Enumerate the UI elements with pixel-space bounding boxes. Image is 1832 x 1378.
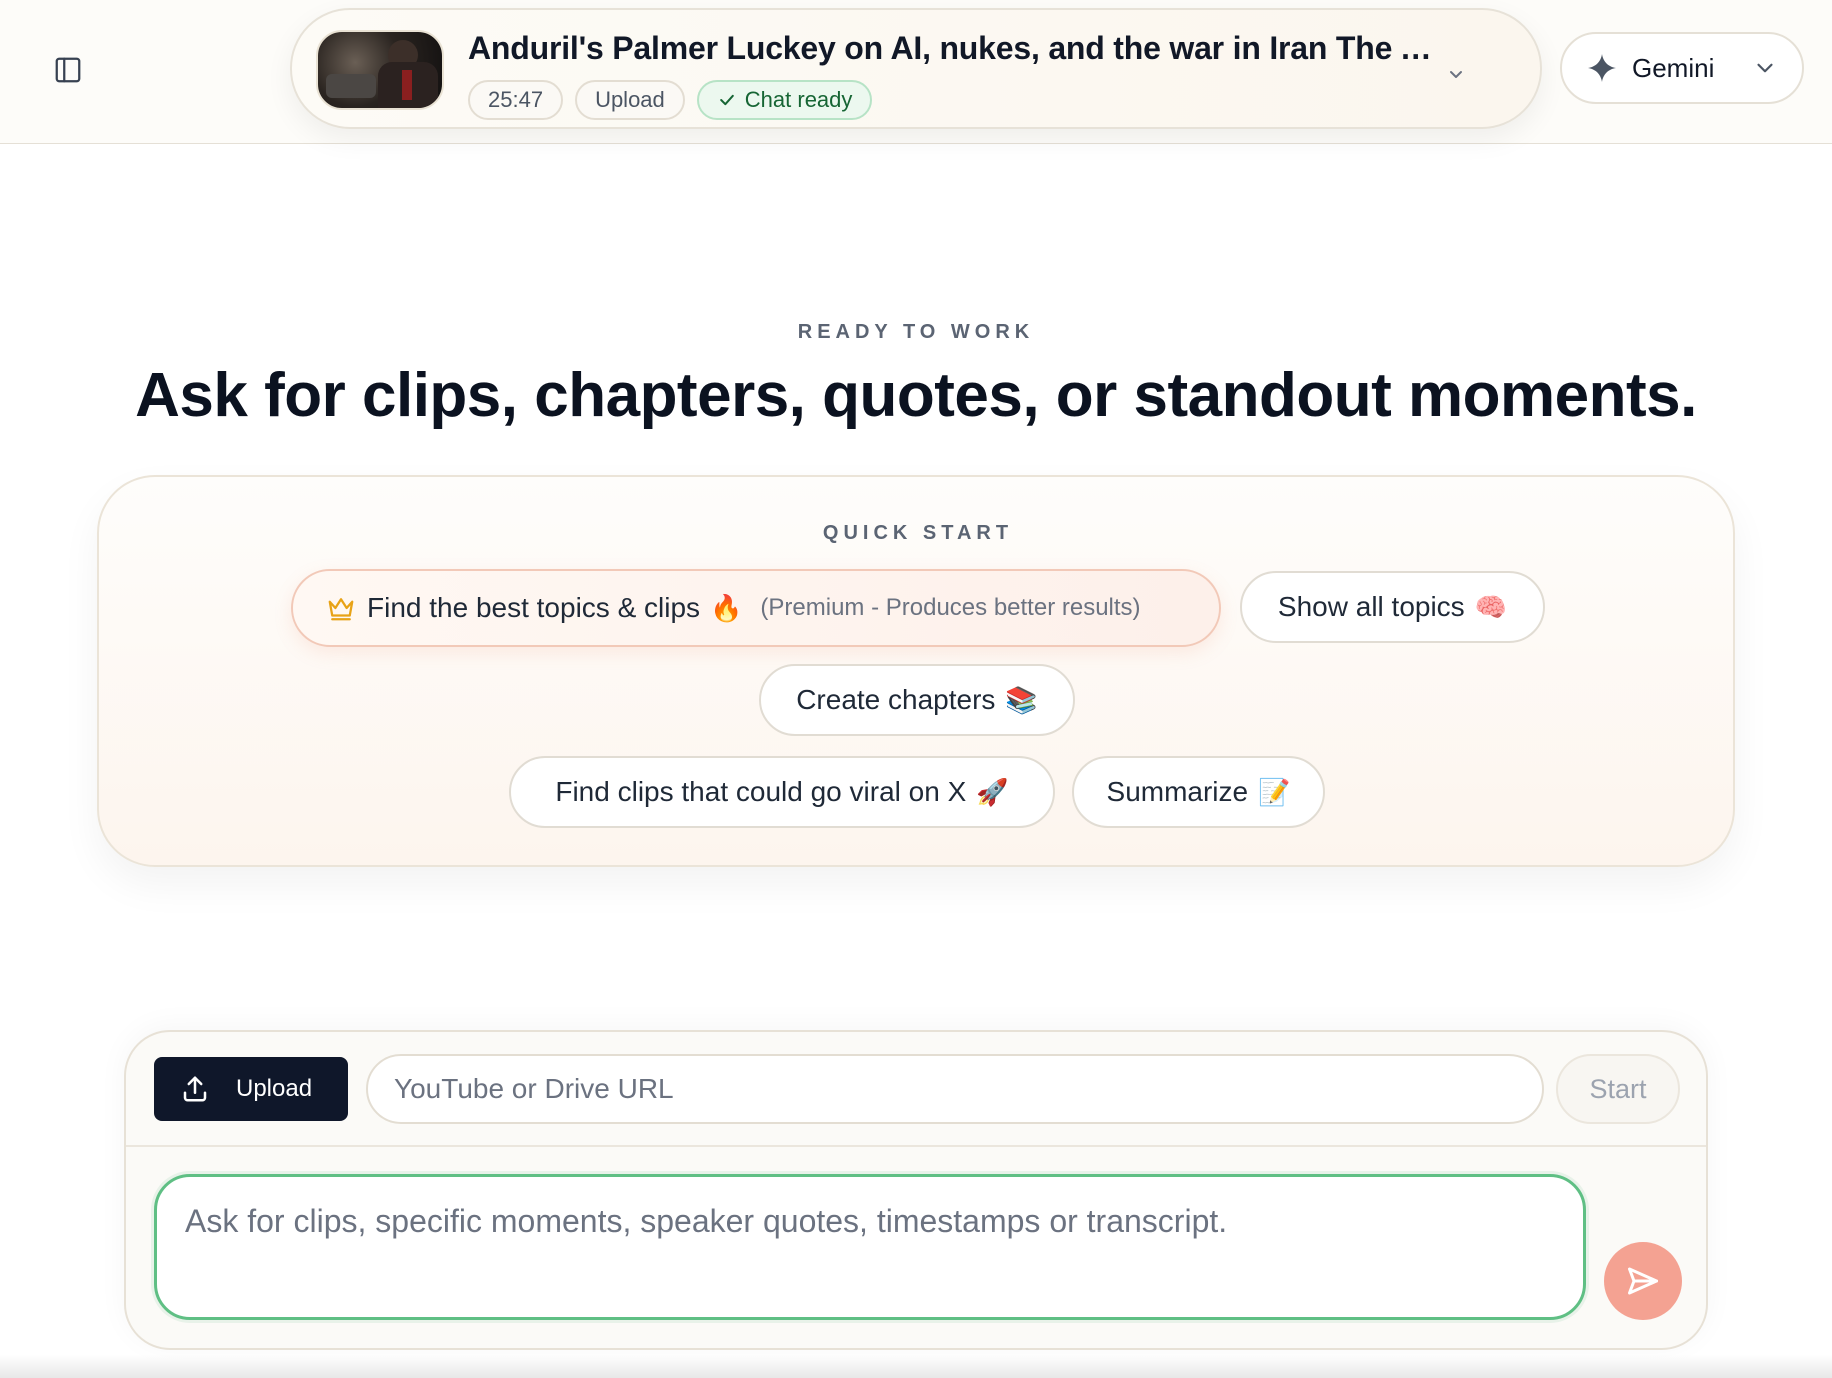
url-input[interactable] (366, 1054, 1544, 1124)
page-title: Ask for clips, chapters, quotes, or stan… (135, 361, 1697, 430)
sparkle-icon (1588, 54, 1616, 82)
video-card[interactable]: Anduril's Palmer Luckey on AI, nukes, an… (290, 8, 1542, 129)
brain-icon: 🧠 (1474, 591, 1508, 622)
bottom-fade (0, 1355, 1832, 1378)
sidebar-icon (55, 57, 81, 83)
composer: Upload Start (124, 1030, 1708, 1350)
create-chapters-label: Create chapters (796, 684, 996, 715)
duration-badge: 25:47 (468, 80, 564, 120)
rocket-icon: 🚀 (976, 776, 1009, 807)
video-badges: 25:47 Upload Chat ready (468, 80, 873, 120)
send-icon (1628, 1267, 1658, 1295)
model-label: Gemini (1632, 52, 1715, 83)
chevron-down-icon[interactable] (1444, 62, 1468, 86)
show-all-topics-label: Show all topics (1277, 591, 1465, 622)
start-button[interactable]: Start (1556, 1054, 1680, 1124)
quick-start-eyebrow: QUICK START (822, 522, 1014, 544)
premium-note: (Premium - Produces better results) (760, 594, 1141, 621)
summarize-chip[interactable]: Summarize 📝 (1072, 756, 1325, 828)
upload-icon (183, 1076, 207, 1102)
upload-button-label: Upload (236, 1075, 313, 1102)
best-topics-chip[interactable]: Find the best topics & clips 🔥 (Premium … (291, 569, 1221, 647)
model-selector[interactable]: Gemini (1560, 32, 1804, 104)
check-icon (719, 94, 734, 106)
prompt-input[interactable] (154, 1174, 1586, 1320)
send-button[interactable] (1604, 1242, 1682, 1320)
viral-clips-chip[interactable]: Find clips that could go viral on X 🚀 (509, 756, 1055, 828)
viral-clips-label: Find clips that could go viral on X (555, 776, 967, 807)
fire-icon: 🔥 (710, 592, 743, 623)
video-title: Anduril's Palmer Luckey on AI, nukes, an… (468, 30, 1438, 66)
chevron-down-icon (1757, 63, 1773, 73)
composer-divider (126, 1145, 1706, 1147)
best-topics-label: Find the best topics & clips (367, 592, 701, 623)
video-thumbnail (316, 30, 444, 110)
memo-icon: 📝 (1258, 776, 1291, 807)
create-chapters-chip[interactable]: Create chapters 📚 (759, 664, 1075, 736)
books-icon: 📚 (1005, 684, 1038, 715)
quick-start-panel: QUICK START Find the best topics & clips… (97, 475, 1735, 867)
crown-icon (328, 598, 354, 621)
top-bar: Anduril's Palmer Luckey on AI, nukes, an… (0, 0, 1832, 144)
upload-button[interactable]: Upload (154, 1057, 348, 1121)
summarize-label: Summarize (1106, 776, 1249, 807)
source-badge: Upload (575, 80, 685, 120)
sidebar-toggle-button[interactable] (46, 48, 90, 92)
status-label: Chat ready (744, 87, 853, 112)
show-all-topics-chip[interactable]: Show all topics 🧠 (1240, 571, 1545, 643)
status-badge: Chat ready (696, 80, 873, 120)
hero-eyebrow: READY TO WORK (797, 321, 1035, 343)
